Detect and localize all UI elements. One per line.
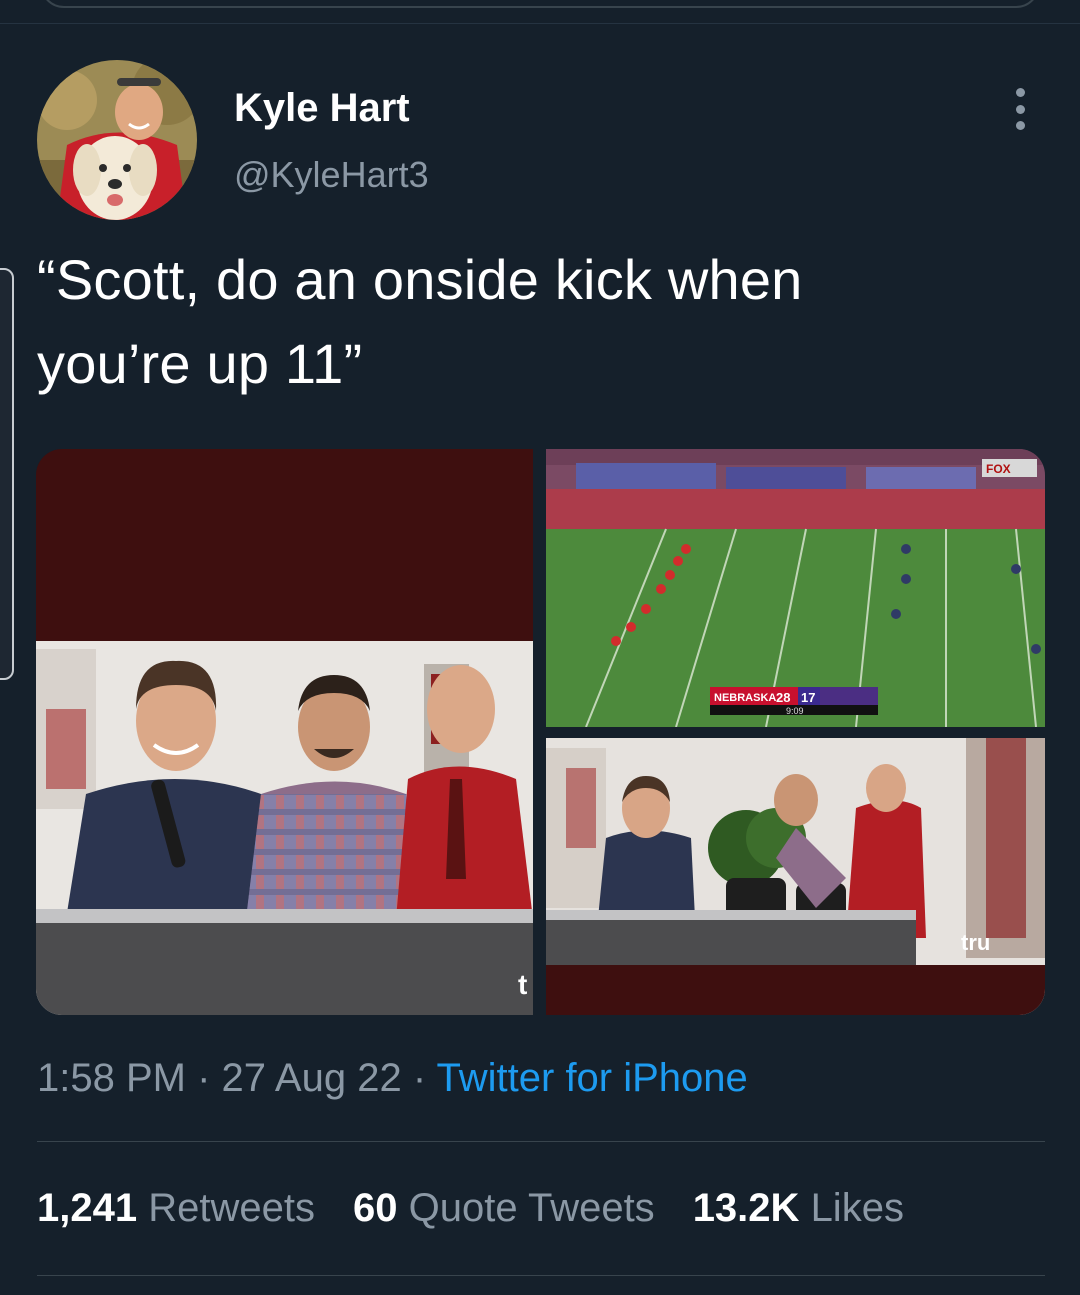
tweet-detail-page: Kyle Hart @KyleHart3 “Scott, do an onsid… [0,0,1080,1295]
more-options-icon[interactable] [1004,88,1036,130]
likes-stat[interactable]: 13.2K Likes [693,1186,904,1231]
more-dot [1015,104,1025,114]
more-dot [1015,121,1025,130]
quote-tweets-label: Quote Tweets [408,1186,655,1230]
divider [37,1275,1045,1276]
retweets-stat[interactable]: 1,241 Retweets [37,1186,315,1231]
tweet-date[interactable]: 27 Aug 22 [222,1056,402,1100]
retweets-label: Retweets [148,1186,315,1230]
media-image-studio[interactable]: t [36,449,533,1015]
meta-separator: · [185,1056,222,1100]
likes-label: Likes [810,1186,904,1230]
avatar[interactable] [37,60,197,220]
top-divider [0,23,1080,24]
corner-mark: t [518,969,527,1000]
tweet-stats: 1,241 Retweets 60 Quote Tweets 13.2K Lik… [37,1186,942,1231]
scoreboard-clock: 9:09 [786,706,804,716]
scroll-handle[interactable] [0,268,14,680]
scoreboard-team: NEBRASKA [714,692,776,704]
divider [37,1141,1045,1142]
top-card-edge [40,0,1040,8]
quote-tweets-stat[interactable]: 60 Quote Tweets [353,1186,655,1231]
likes-count: 13.2K [692,1186,800,1230]
tweet-text: “Scott, do an onside kick when you’re up… [37,238,1037,406]
tweet-source-link[interactable]: Twitter for iPhone [437,1056,748,1100]
media-image-football[interactable]: FOX NEBRASKA 28 17 9:09 [546,449,1045,727]
author-handle[interactable]: @KyleHart3 [234,154,429,196]
meta-separator: · [401,1056,437,1100]
tweet-text-line: you’re up 11” [37,332,363,395]
media-image-laughing[interactable]: tru [546,738,1045,1015]
tweet-time[interactable]: 1:58 PM [37,1056,186,1100]
scoreboard-score-2: 17 [801,690,815,705]
tweet-meta: 1:58 PM · 27 Aug 22 · Twitter for iPhone [37,1056,748,1101]
author-display-name[interactable]: Kyle Hart [234,86,410,131]
tweet-text-line: “Scott, do an onside kick when [37,248,803,311]
retweets-count: 1,241 [37,1186,138,1230]
more-dot [1015,88,1025,97]
quote-tweets-count: 60 [352,1186,398,1230]
network-logo: tru [961,930,990,955]
broadcaster-logo: FOX [986,462,1011,476]
media-grid: t FOX NEBRASKA 28 17 9:09 tru [36,449,1045,1015]
scoreboard-score-1: 28 [776,690,790,705]
